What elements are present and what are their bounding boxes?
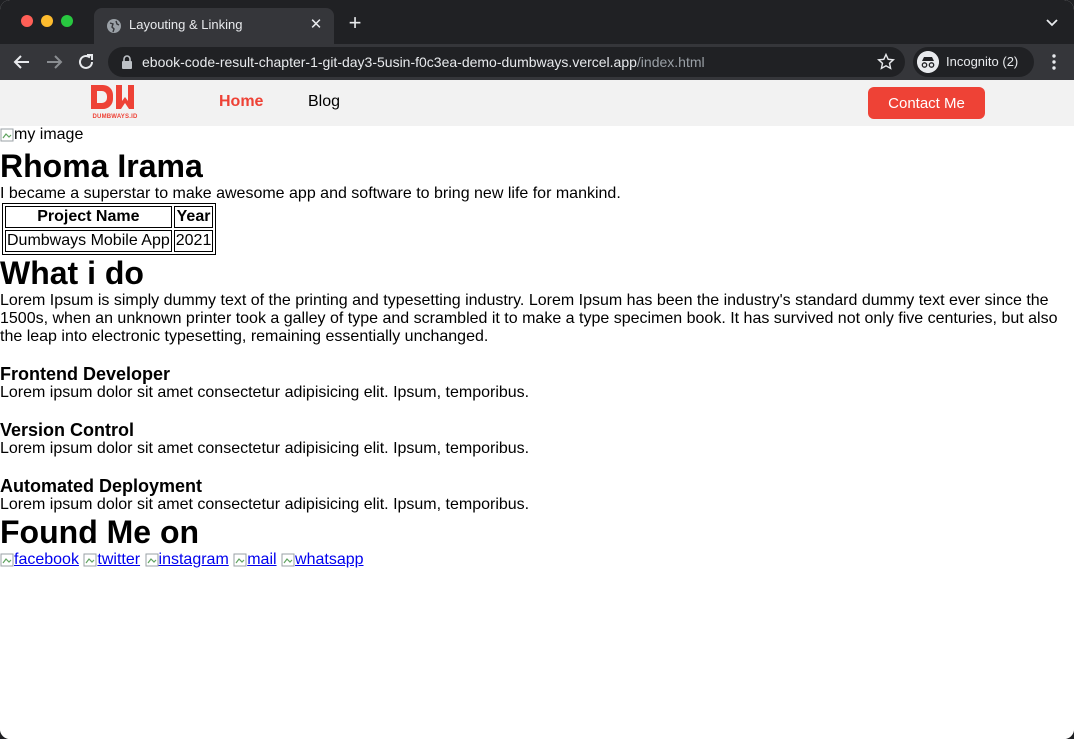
browser-window: Layouting & Linking ✕ + ebook-code-resul… <box>0 0 1074 739</box>
tab-strip: Layouting & Linking ✕ + <box>0 0 1074 44</box>
table-header-cell: Project Name <box>5 206 172 228</box>
skill-description: Lorem ipsum dolor sit amet consectetur a… <box>0 496 530 513</box>
social-link-twitter[interactable]: twitter <box>83 551 140 568</box>
forward-arrow-icon[interactable] <box>43 51 65 73</box>
back-arrow-icon[interactable] <box>11 51 33 73</box>
what-i-do-heading: What i do <box>0 255 144 291</box>
logo-subtext: DUMBWAYS.ID <box>92 114 138 120</box>
new-tab-icon[interactable]: + <box>344 12 366 34</box>
broken-image-icon <box>83 553 97 567</box>
social-link-label: instagram <box>158 551 229 568</box>
browser-toolbar: ebook-code-result-chapter-1-git-day3-5us… <box>0 44 1074 80</box>
broken-image-icon <box>0 553 14 567</box>
url-path: /index.html <box>636 54 705 70</box>
broken-image-icon <box>0 128 14 142</box>
dumbways-logo[interactable]: DUMBWAYS.ID <box>89 83 141 121</box>
table-cell: 2021 <box>173 230 214 252</box>
bookmark-star-icon[interactable] <box>877 53 895 71</box>
url-text[interactable]: ebook-code-result-chapter-1-git-day3-5us… <box>142 54 705 70</box>
incognito-icon <box>917 51 939 73</box>
projects-table: Project Name Year Dumbways Mobile App 20… <box>2 203 217 255</box>
social-links: facebook twitter instagram mail whatsapp <box>0 551 1074 569</box>
address-bar[interactable]: ebook-code-result-chapter-1-git-day3-5us… <box>108 47 905 77</box>
maximize-window-button[interactable] <box>61 15 73 27</box>
broken-image-icon <box>145 553 159 567</box>
incognito-label: Incognito (2) <box>946 54 1019 69</box>
incognito-profile-button[interactable]: Incognito (2) <box>913 47 1034 77</box>
found-me-heading: Found Me on <box>0 514 200 550</box>
site-navbar: DUMBWAYS.ID Home Blog Contact Me <box>0 80 1074 126</box>
dumbways-logo-mark <box>91 85 134 109</box>
reload-icon[interactable] <box>75 51 97 73</box>
table-cell: Dumbways Mobile App <box>5 230 172 252</box>
table-header-cell: Year <box>173 206 214 228</box>
globe-icon <box>107 19 121 33</box>
nav-link-blog[interactable]: Blog <box>308 93 340 111</box>
close-window-button[interactable] <box>21 15 33 27</box>
page-content: my image Rhoma Irama I became a supersta… <box>0 126 1074 569</box>
skill-description: Lorem ipsum dolor sit amet consectetur a… <box>0 440 530 457</box>
skill-title: Automated Deployment <box>0 476 203 496</box>
social-link-whatsapp[interactable]: whatsapp <box>281 551 364 568</box>
broken-image-icon <box>281 553 295 567</box>
skill-description: Lorem ipsum dolor sit amet consectetur a… <box>0 384 530 401</box>
tab-search-chevron-icon[interactable] <box>1044 14 1060 30</box>
tab-title: Layouting & Linking <box>129 17 243 32</box>
profile-image: my image <box>0 126 83 144</box>
table-header-row: Project Name Year <box>5 206 214 228</box>
more-menu-icon[interactable] <box>1044 52 1064 72</box>
profile-bio: I became a superstar to make awesome app… <box>0 185 621 202</box>
broken-image-icon <box>233 553 247 567</box>
skill-title: Version Control <box>0 420 135 440</box>
nav-link-home[interactable]: Home <box>219 93 263 111</box>
social-link-label: mail <box>247 551 277 568</box>
profile-image-alt: my image <box>14 126 84 143</box>
social-link-mail[interactable]: mail <box>233 551 277 568</box>
social-link-label: twitter <box>97 551 141 568</box>
skill-title: Frontend Developer <box>0 364 171 384</box>
close-tab-icon[interactable]: ✕ <box>308 17 324 33</box>
social-link-instagram[interactable]: instagram <box>145 551 229 568</box>
table-row: Dumbways Mobile App 2021 <box>5 230 214 252</box>
social-link-facebook[interactable]: facebook <box>0 551 79 568</box>
social-link-label: whatsapp <box>295 551 364 568</box>
contact-me-button[interactable]: Contact Me <box>868 87 985 119</box>
what-i-do-intro: Lorem Ipsum is simply dummy text of the … <box>0 292 1058 345</box>
web-page: DUMBWAYS.ID Home Blog Contact Me my imag… <box>0 80 1074 739</box>
minimize-window-button[interactable] <box>41 15 53 27</box>
social-link-label: facebook <box>14 551 79 568</box>
lock-icon[interactable] <box>120 54 134 70</box>
profile-name: Rhoma Irama <box>0 148 203 184</box>
url-host: ebook-code-result-chapter-1-git-day3-5us… <box>142 54 637 70</box>
browser-tab[interactable]: Layouting & Linking ✕ <box>94 8 334 44</box>
